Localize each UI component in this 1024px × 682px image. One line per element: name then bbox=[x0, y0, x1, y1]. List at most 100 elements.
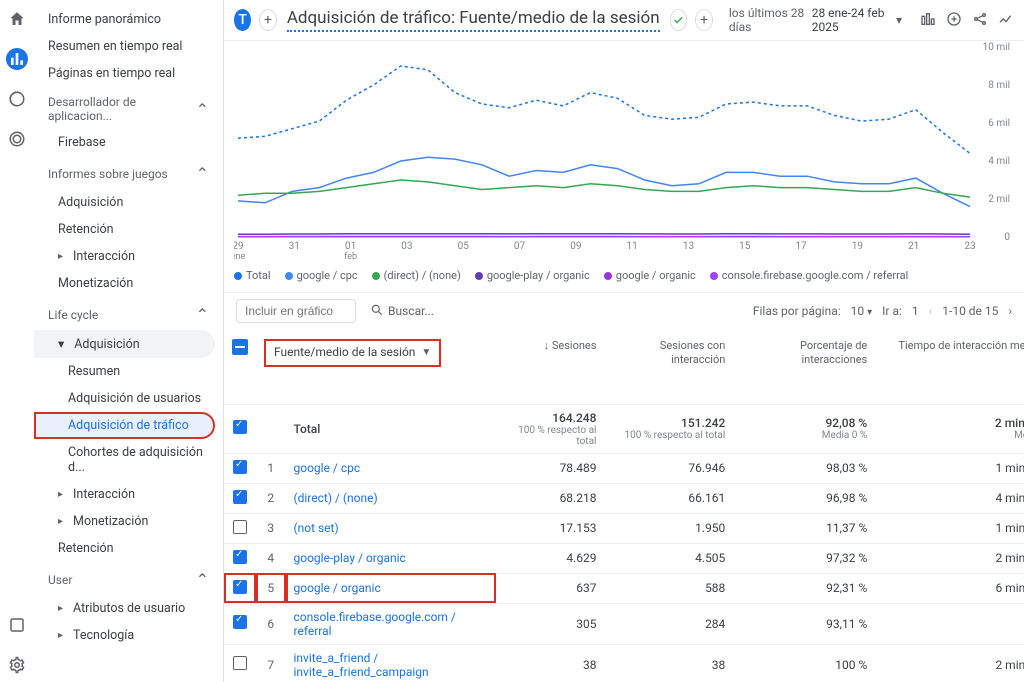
next-page-button[interactable]: › bbox=[1008, 304, 1012, 318]
sidebar-item-firebase[interactable]: Firebase bbox=[34, 129, 223, 156]
chevron-up-icon: ⌃ bbox=[196, 570, 209, 589]
settings-icon[interactable] bbox=[6, 654, 28, 676]
compare-icon[interactable] bbox=[920, 11, 936, 30]
svg-text:17: 17 bbox=[795, 241, 807, 252]
save-report-icon[interactable] bbox=[670, 9, 688, 31]
sidebar-item-games-mon[interactable]: Monetización bbox=[34, 270, 223, 297]
sidebar-item-acq-cohorts[interactable]: Cohortes de adquisición d... bbox=[34, 439, 223, 481]
legend-item[interactable]: google / organic bbox=[604, 269, 696, 282]
page-range: 1-10 de 15 bbox=[942, 304, 998, 318]
share-icon[interactable] bbox=[972, 11, 988, 30]
dimension-link[interactable]: (direct) / (none) bbox=[294, 491, 378, 505]
sidebar: Informe panorámico Resumen en tiempo rea… bbox=[34, 0, 224, 682]
search-icon bbox=[370, 303, 384, 320]
sidebar-item-user-attrs[interactable]: Atributos de usuario bbox=[34, 595, 223, 622]
table-row[interactable]: 7invite_a_friend / invite_a_friend_campa… bbox=[224, 644, 1024, 682]
sidebar-item-tech[interactable]: Tecnología bbox=[34, 622, 223, 649]
sidebar-item-retention[interactable]: Retención bbox=[34, 535, 223, 562]
svg-text:13: 13 bbox=[683, 241, 694, 252]
svg-text:21: 21 bbox=[908, 241, 919, 252]
table-row[interactable]: 1google / cpc78.48976.94698,03 %1 min y … bbox=[224, 453, 1024, 483]
col-rate[interactable]: Porcentaje de interacciones bbox=[733, 329, 875, 404]
page-title: Adquisición de tráfico: Fuente/medio de … bbox=[287, 8, 660, 32]
legend-item[interactable]: Total bbox=[234, 269, 271, 282]
svg-text:05: 05 bbox=[458, 241, 470, 252]
legend-item[interactable]: google / cpc bbox=[285, 269, 358, 282]
line-chart[interactable]: 02 mil4 mil6 mil8 mil10 mil29ene3101feb0… bbox=[234, 41, 1014, 265]
table-row[interactable]: 6console.firebase.google.com / referral3… bbox=[224, 603, 1024, 644]
trend-icon[interactable] bbox=[998, 11, 1014, 30]
chart-area: 02 mil4 mil6 mil8 mil10 mil29ene3101feb0… bbox=[224, 41, 1024, 265]
sidebar-item-interaction[interactable]: Interacción bbox=[34, 481, 223, 508]
prev-page-button[interactable]: ‹ bbox=[929, 304, 933, 318]
svg-text:0: 0 bbox=[1004, 232, 1010, 243]
sidebar-item-monetization[interactable]: Monetización bbox=[34, 508, 223, 535]
add-segment-button[interactable]: + bbox=[259, 9, 277, 31]
col-sessions[interactable]: ↓ Sesiones bbox=[496, 329, 605, 404]
row-checkbox[interactable] bbox=[233, 460, 247, 474]
sidebar-item-overview[interactable]: Informe panorámico bbox=[34, 6, 223, 33]
sidebar-section-games[interactable]: Informes sobre juegos⌃ bbox=[34, 156, 223, 189]
goto-value[interactable]: 1 bbox=[912, 304, 919, 318]
add-metric-button[interactable]: + bbox=[695, 9, 713, 31]
row-checkbox[interactable] bbox=[233, 420, 247, 434]
dimension-link[interactable]: console.firebase.google.com / referral bbox=[294, 610, 456, 638]
sidebar-item-acq-summary[interactable]: Resumen bbox=[34, 358, 223, 385]
table-row[interactable]: 2(direct) / (none)68.21866.16196,98 %4 m… bbox=[224, 483, 1024, 513]
legend-item[interactable]: (direct) / (none) bbox=[372, 269, 461, 282]
svg-text:15: 15 bbox=[739, 241, 751, 252]
reports-icon[interactable] bbox=[6, 48, 28, 70]
ads-icon[interactable] bbox=[6, 128, 28, 150]
svg-text:23: 23 bbox=[964, 241, 975, 252]
sidebar-item-games-int[interactable]: Interacción bbox=[34, 243, 223, 270]
dimension-link[interactable]: google-play / organic bbox=[294, 551, 406, 565]
svg-text:10 mil: 10 mil bbox=[983, 42, 1010, 53]
row-checkbox[interactable] bbox=[233, 615, 247, 629]
sidebar-section-lifecycle[interactable]: Life cycle⌃ bbox=[34, 297, 223, 330]
col-avg-time[interactable]: Tiempo de interacción medio por sesión bbox=[875, 329, 1024, 404]
explore-icon[interactable] bbox=[6, 88, 28, 110]
svg-text:07: 07 bbox=[514, 241, 526, 252]
plot-include-input[interactable] bbox=[236, 299, 356, 323]
sidebar-item-games-ret[interactable]: Retención bbox=[34, 216, 223, 243]
date-range-picker[interactable]: los últimos 28 días 28 ene-24 feb 2025 ▾ bbox=[729, 6, 902, 34]
row-checkbox[interactable] bbox=[233, 490, 247, 504]
sidebar-section-user[interactable]: User⌃ bbox=[34, 562, 223, 595]
sidebar-section-developer[interactable]: Desarrollador de aplicacion...⌃ bbox=[34, 87, 223, 129]
svg-text:11: 11 bbox=[627, 241, 638, 252]
svg-text:2 mil: 2 mil bbox=[988, 194, 1010, 205]
dimension-link[interactable]: google / organic bbox=[294, 581, 381, 595]
dimension-link[interactable]: (not set) bbox=[294, 521, 339, 535]
topbar: T + Adquisición de tráfico: Fuente/medio… bbox=[224, 0, 1024, 41]
svg-text:4 mil: 4 mil bbox=[988, 156, 1010, 167]
dimension-link[interactable]: invite_a_friend / invite_a_friend_campai… bbox=[294, 651, 429, 679]
search-field[interactable]: Buscar... bbox=[370, 303, 434, 320]
sidebar-item-realtime[interactable]: Resumen en tiempo real bbox=[34, 33, 223, 60]
sidebar-item-acquisition[interactable]: ▾Adquisición bbox=[34, 330, 215, 358]
select-all-checkbox[interactable] bbox=[232, 339, 248, 355]
sidebar-item-realtime-pages[interactable]: Páginas en tiempo real bbox=[34, 60, 223, 87]
svg-text:19: 19 bbox=[852, 241, 863, 252]
svg-text:8 mil: 8 mil bbox=[988, 80, 1010, 91]
table-row[interactable]: 5google / organic63758892,31 %6 min y 19… bbox=[224, 573, 1024, 603]
rows-per-page-value[interactable]: 10 ▾ bbox=[851, 304, 873, 318]
library-icon[interactable] bbox=[6, 614, 28, 636]
sidebar-item-acq-traffic[interactable]: Adquisición de tráfico bbox=[34, 412, 215, 439]
row-checkbox[interactable] bbox=[233, 550, 247, 564]
chevron-down-icon: ▾ bbox=[867, 307, 872, 318]
row-checkbox[interactable] bbox=[233, 520, 247, 534]
row-checkbox[interactable] bbox=[233, 580, 247, 594]
dimension-selector[interactable]: Fuente/medio de la sesión▼ bbox=[264, 339, 441, 367]
table-row[interactable]: 4google-play / organic4.6294.50597,32 %2… bbox=[224, 543, 1024, 573]
col-engaged[interactable]: Sesiones con interacción bbox=[604, 329, 733, 404]
row-checkbox[interactable] bbox=[233, 656, 247, 670]
table-row[interactable]: 3(not set)17.1531.95011,37 %1 min y 10 s… bbox=[224, 513, 1024, 543]
dimension-link[interactable]: google / cpc bbox=[294, 461, 361, 475]
legend-item[interactable]: google-play / organic bbox=[475, 269, 590, 282]
legend-item[interactable]: console.firebase.google.com / referral bbox=[710, 269, 908, 282]
sidebar-item-acq-users[interactable]: Adquisición de usuarios bbox=[34, 385, 223, 412]
home-icon[interactable] bbox=[6, 8, 28, 30]
insights-icon[interactable] bbox=[946, 11, 962, 30]
segment-pill-all[interactable]: T bbox=[234, 9, 251, 31]
sidebar-item-games-acq[interactable]: Adquisición bbox=[34, 189, 223, 216]
